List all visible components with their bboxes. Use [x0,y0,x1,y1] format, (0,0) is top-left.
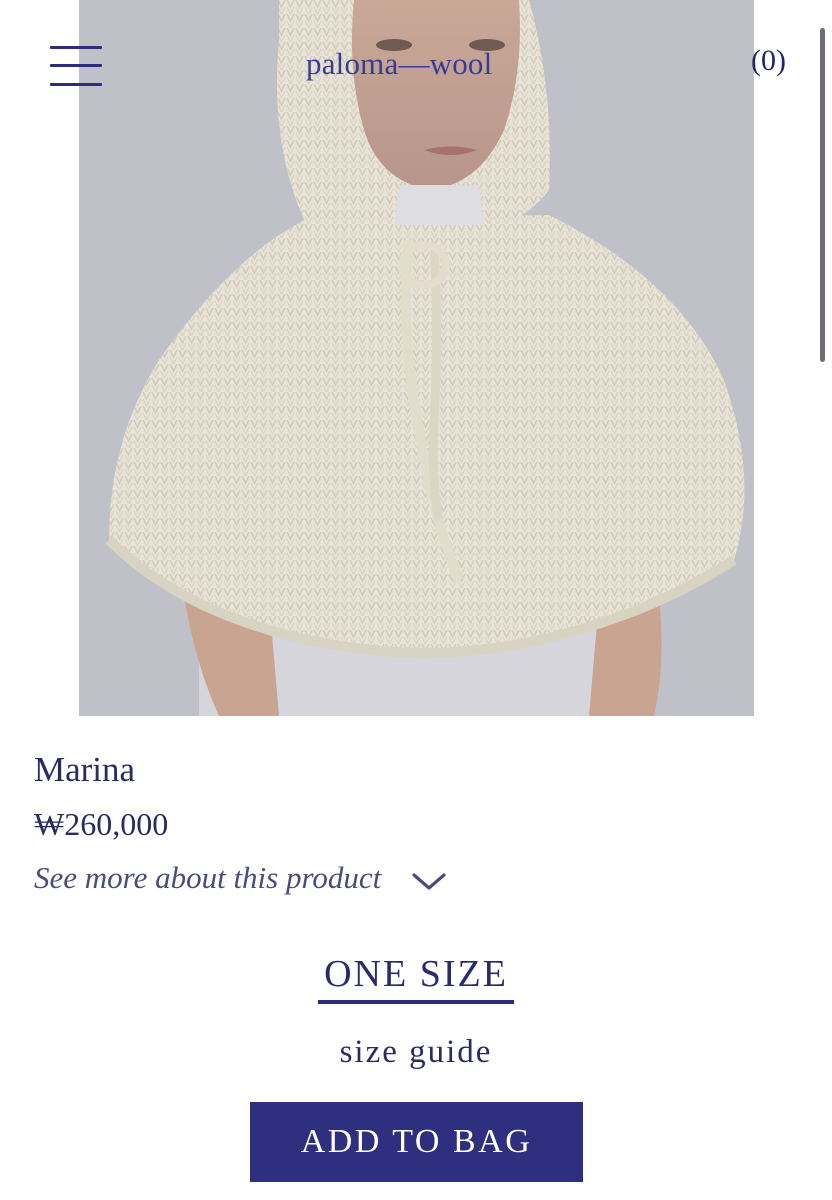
hamburger-menu-icon[interactable] [50,44,104,88]
scrollbar[interactable] [820,28,825,362]
menu-line [50,83,102,86]
size-guide-link[interactable]: size guide [0,1034,832,1071]
product-price: ₩260,000 [34,806,169,842]
cart-button[interactable]: (0) [751,44,786,78]
add-to-bag-button[interactable]: ADD TO BAG [250,1102,583,1182]
menu-line [50,46,102,49]
see-more-label: See more about this product [34,860,382,895]
menu-line [50,64,102,67]
brand-logo[interactable]: paloma—wool [306,46,528,82]
product-photo [79,0,754,716]
product-title: Marina [34,750,136,789]
see-more-toggle[interactable]: See more about this product [34,860,447,896]
size-option-one-size[interactable]: ONE SIZE [318,952,514,1004]
chevron-down-icon [412,873,446,890]
